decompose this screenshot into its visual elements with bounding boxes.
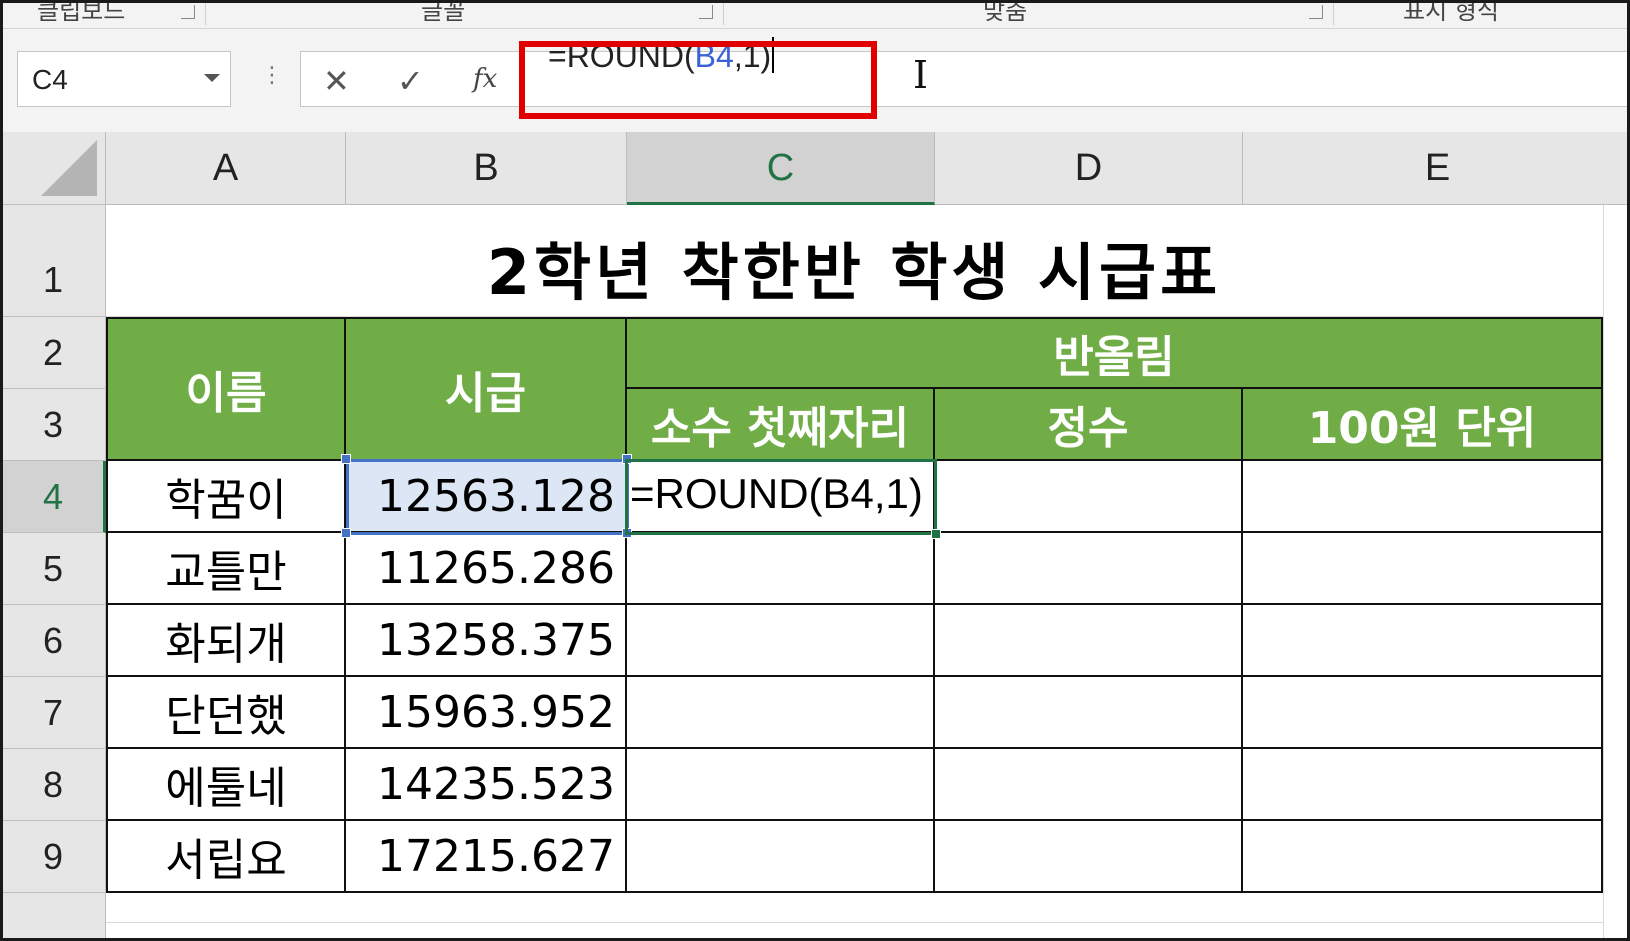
ribbon-group-number-format: 표시 형식: [1403, 0, 1499, 25]
row-header-1[interactable]: 1: [3, 205, 106, 317]
column-header-c[interactable]: C: [627, 132, 935, 205]
cell-e4[interactable]: [1243, 461, 1603, 533]
row-header-10[interactable]: [3, 893, 106, 938]
cell-c4-formula: =ROUND(B4,1): [630, 470, 923, 517]
cell-b6[interactable]: 13258.375: [346, 605, 627, 677]
sheet-title[interactable]: 2학년 착한반 학생 시급표: [107, 206, 1601, 328]
formula-input-box[interactable]: ✕ ✓ fx: [300, 51, 1627, 107]
cell-e8[interactable]: [1243, 749, 1603, 821]
column-header-a[interactable]: A: [106, 132, 346, 205]
dialog-launcher-icon[interactable]: [1309, 5, 1323, 19]
cell-c6[interactable]: [627, 605, 935, 677]
dialog-launcher-icon[interactable]: [181, 5, 195, 19]
group-separator: [723, 3, 724, 25]
fill-handle[interactable]: [931, 529, 941, 539]
check-icon[interactable]: ✓: [397, 62, 424, 100]
cancel-icon[interactable]: ✕: [323, 62, 350, 100]
cell-a6[interactable]: 화되개: [106, 605, 346, 677]
cell-c7[interactable]: [627, 677, 935, 749]
cell-e6[interactable]: [1243, 605, 1603, 677]
resize-handle[interactable]: [622, 454, 632, 464]
cell-d9[interactable]: [935, 821, 1243, 893]
cell-a8[interactable]: 에툴네: [106, 749, 346, 821]
column-header-e[interactable]: E: [1243, 132, 1627, 205]
ribbon-group-font: 글꼴: [421, 0, 466, 25]
resize-handle[interactable]: [341, 454, 351, 464]
formula-bar-area: C4 ⋮ ✕ ✓ fx =ROUND(B4,1): [3, 29, 1627, 132]
cell-b8[interactable]: 14235.523: [346, 749, 627, 821]
cell-b5[interactable]: 11265.286: [346, 533, 627, 605]
cell-a4[interactable]: 학꿈이: [106, 461, 346, 533]
cell-a7[interactable]: 단던했: [106, 677, 346, 749]
row-header-2[interactable]: 2: [3, 317, 106, 389]
dialog-launcher-icon[interactable]: [699, 5, 713, 19]
row-header-9[interactable]: 9: [3, 821, 106, 893]
header-name[interactable]: 이름: [106, 317, 346, 461]
cell-e5[interactable]: [1243, 533, 1603, 605]
header-rounding[interactable]: 반올림: [627, 317, 1603, 389]
cell-b7[interactable]: 15963.952: [346, 677, 627, 749]
formula-text-prefix: =ROUND(: [548, 38, 695, 74]
cell-b9[interactable]: 17215.627: [346, 821, 627, 893]
formula-text-suffix: ,1): [733, 38, 772, 74]
chevron-down-icon[interactable]: [204, 74, 220, 82]
select-all-triangle-icon: [41, 140, 97, 196]
ribbon-group-clipboard: 클립보드: [37, 0, 126, 25]
cell-c9[interactable]: [627, 821, 935, 893]
resize-handle[interactable]: [622, 528, 632, 538]
group-separator: [1333, 3, 1334, 25]
gridline: [1603, 205, 1604, 938]
reference-highlight-b4: [346, 459, 629, 535]
row-header-3[interactable]: 3: [3, 389, 106, 461]
insert-function-icon[interactable]: fx: [473, 64, 497, 94]
formula-reference: B4: [694, 38, 734, 74]
name-box-value: C4: [32, 64, 68, 95]
ribbon-group-alignment: 맞춤: [983, 0, 1028, 25]
row-header-6[interactable]: 6: [3, 605, 106, 677]
cell-a5[interactable]: 교틀만: [106, 533, 346, 605]
excel-window: 클립보드 글꼴 맞춤 표시 형식 C4 ⋮ ✕ ✓ fx =ROUND(B4,1…: [0, 0, 1630, 941]
column-header-b[interactable]: B: [346, 132, 627, 205]
text-caret: [772, 37, 775, 73]
cell-d5[interactable]: [935, 533, 1243, 605]
header-wage[interactable]: 시급: [346, 317, 627, 461]
more-options-icon[interactable]: ⋮: [261, 63, 283, 88]
row-header-7[interactable]: 7: [3, 677, 106, 749]
cell-d8[interactable]: [935, 749, 1243, 821]
row-header-5[interactable]: 5: [3, 533, 106, 605]
cell-e9[interactable]: [1243, 821, 1603, 893]
name-box[interactable]: C4: [17, 51, 231, 107]
column-header-d[interactable]: D: [935, 132, 1243, 205]
ribbon-group-labels: 클립보드 글꼴 맞춤 표시 형식: [3, 0, 1627, 29]
cell-d7[interactable]: [935, 677, 1243, 749]
worksheet-grid[interactable]: A B C D E 1 2 3 4 5 6 7 8 9 2학년 착한반 학생 시…: [3, 132, 1627, 938]
cell-c8[interactable]: [627, 749, 935, 821]
cell-d4[interactable]: [935, 461, 1243, 533]
cell-d6[interactable]: [935, 605, 1243, 677]
resize-handle[interactable]: [341, 528, 351, 538]
header-integer[interactable]: 정수: [935, 389, 1243, 461]
row-header-4[interactable]: 4: [3, 461, 106, 533]
formula-input[interactable]: =ROUND(B4,1): [548, 37, 775, 79]
cell-e7[interactable]: [1243, 677, 1603, 749]
select-all-button[interactable]: [3, 132, 106, 205]
row-header-8[interactable]: 8: [3, 749, 106, 821]
gridline: [106, 922, 1603, 923]
text-cursor-icon: I: [913, 53, 929, 97]
header-hundred-won[interactable]: 100원 단위: [1243, 389, 1603, 461]
group-separator: [205, 3, 206, 25]
cell-c5[interactable]: [627, 533, 935, 605]
cell-c4-editing-text[interactable]: =ROUND(B4,1): [630, 470, 932, 526]
header-first-decimal[interactable]: 소수 첫째자리: [627, 389, 935, 461]
cell-a9[interactable]: 서립요: [106, 821, 346, 893]
